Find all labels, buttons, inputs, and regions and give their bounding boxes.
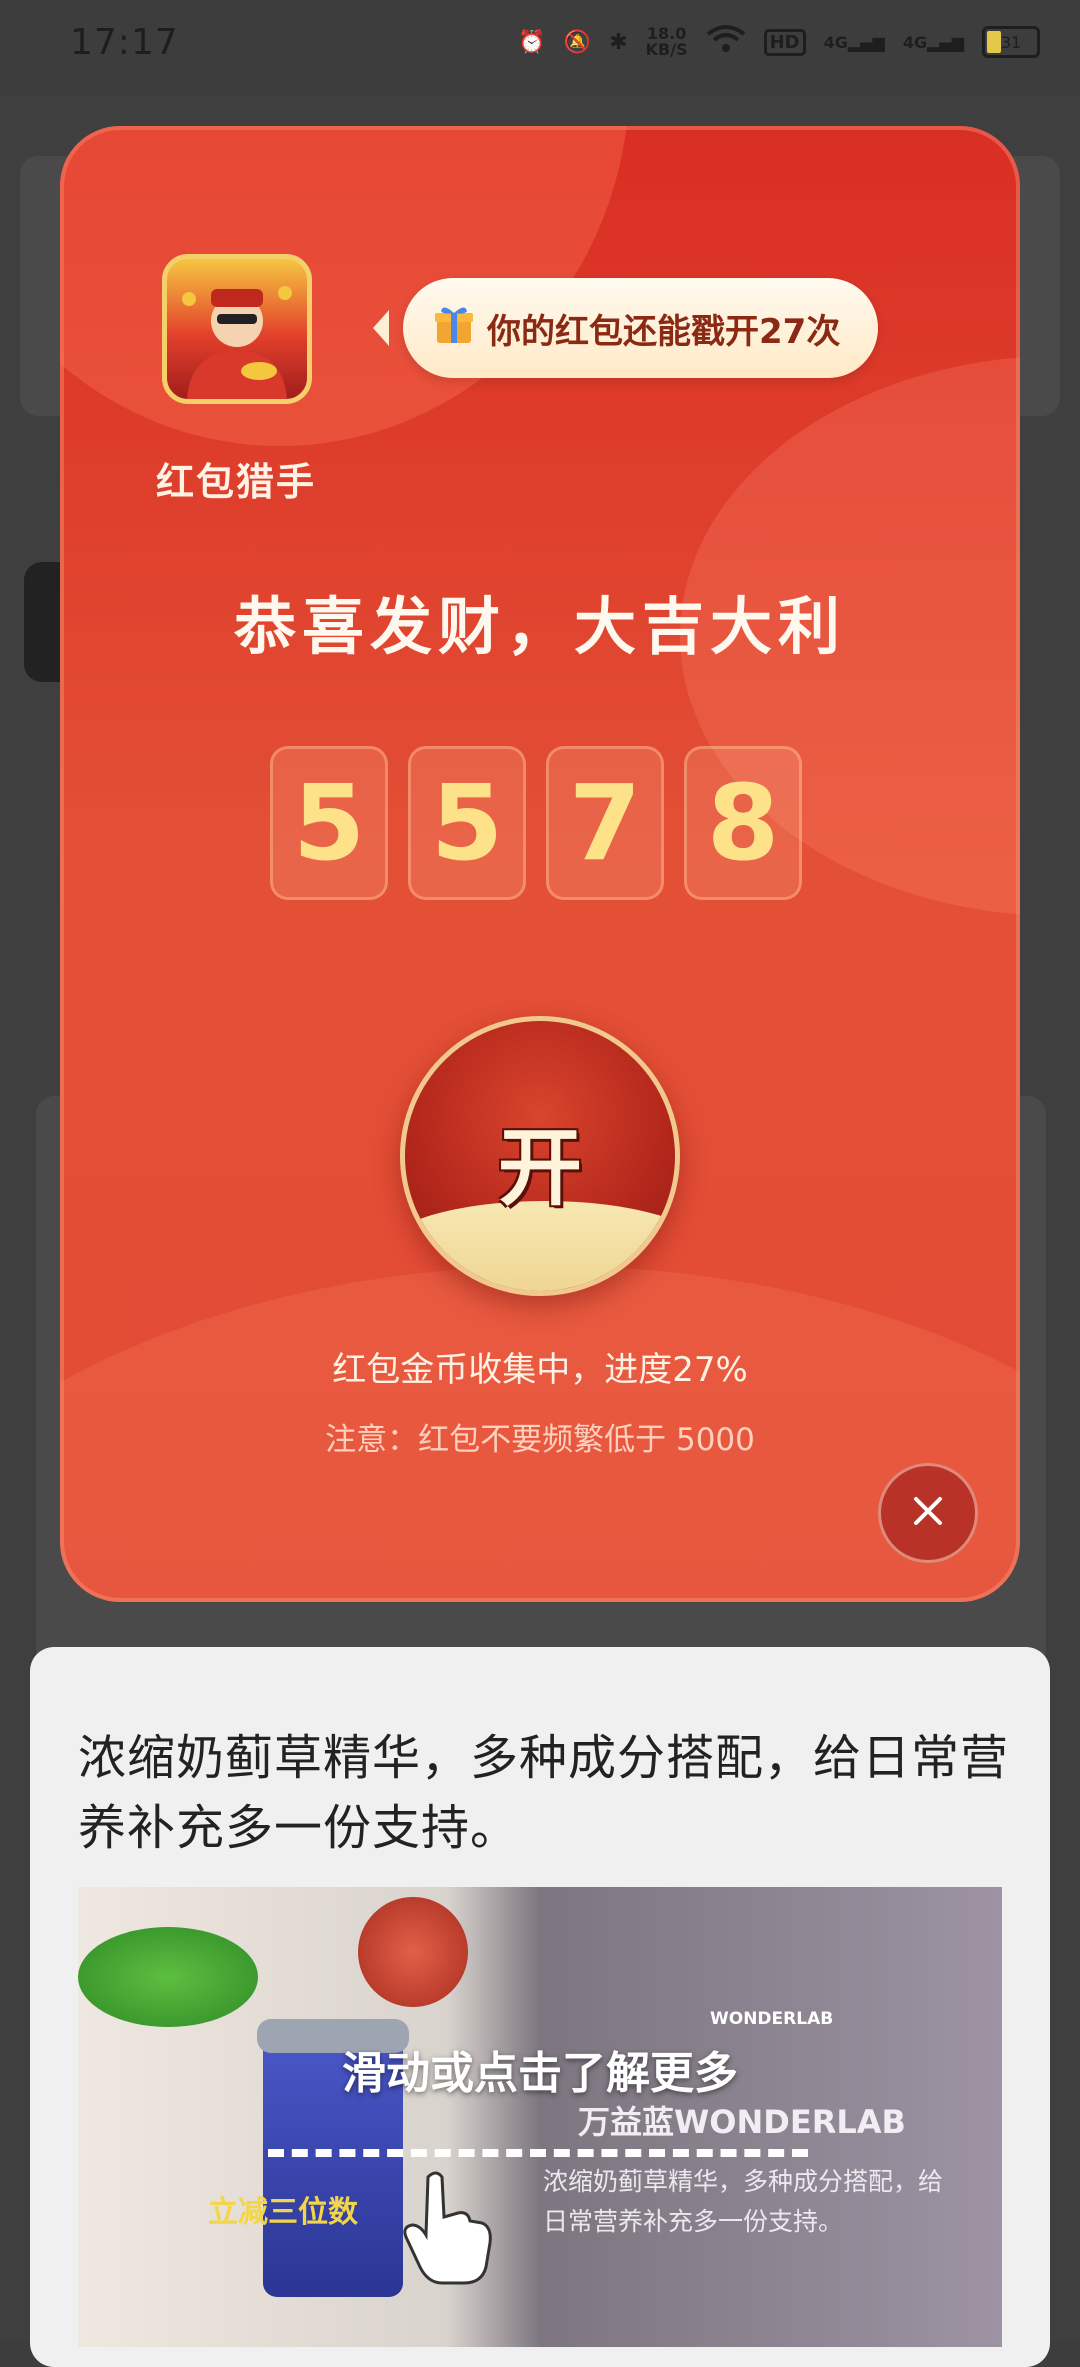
net-speed-unit: KB/S: [645, 40, 688, 59]
digit-1: 5: [270, 746, 388, 900]
ad-brand: 万益蓝WONDERLAB: [578, 2103, 906, 2141]
hand-pointer-icon: [398, 2167, 498, 2287]
digit-2: 5: [408, 746, 526, 900]
brand-mark: WONDERLAB: [710, 2009, 834, 2029]
gift-icon: [433, 303, 475, 354]
progress-text: 红包金币收集中，进度27%: [332, 1350, 748, 1390]
battery-level: 31: [1000, 32, 1022, 52]
close-icon: [910, 1493, 946, 1533]
open-button-label: 开: [497, 1119, 582, 1217]
swipe-dash-line: [268, 2149, 808, 2157]
note-text: 注意：红包不要频繁低于 5000: [325, 1422, 755, 1458]
signal-1: 4G▂▄▆: [823, 32, 885, 52]
swipe-hint: 滑动或点击了解更多: [342, 2048, 738, 2099]
mute-bell-icon: 🔕: [563, 29, 592, 55]
alarm-icon: ⏰: [518, 29, 546, 55]
app-avatar: [162, 254, 312, 404]
red-packet-popup: 红包猎手 你的红包还能戳开27次 恭喜发财，大吉大利 5 5 7 8 开 红包金…: [60, 126, 1020, 1602]
status-bar: 17:17 ⏰ 🔕 ✱ 18.0 KB/S HD 4G▂▄▆ 4G▂▄▆ 31: [0, 0, 1080, 96]
beans-image: [78, 1927, 258, 2027]
net-speed: 18.0 KB/S: [646, 26, 688, 58]
bubble-text: 你的红包还能戳开27次: [487, 311, 841, 352]
digit-3: 7: [546, 746, 664, 900]
close-button[interactable]: [878, 1463, 978, 1563]
ad-description: 浓缩奶蓟草精华，多种成分搭配，给日常营养补充多一份支持。: [78, 1730, 1010, 1856]
signal-2: 4G▂▄▆: [902, 32, 964, 52]
ad-image[interactable]: WONDERLAB 万益蓝WONDERLAB 浓缩奶蓟草精华，多种成分搭配，给日…: [78, 1887, 1002, 2347]
hd-badge: HD: [763, 28, 806, 56]
ad-image-subtitle: 浓缩奶蓟草精华，多种成分搭配，给日常营养补充多一份支持。: [543, 2167, 944, 2236]
open-red-packet-button[interactable]: 开: [400, 1016, 680, 1296]
popup-headline: 恭喜发财，大吉大利: [233, 590, 846, 663]
wifi-icon: [706, 24, 746, 60]
flower-image: [358, 1897, 468, 2007]
app-name: 红包猎手: [155, 460, 316, 504]
status-icons: ⏰ 🔕 ✱ 18.0 KB/S HD 4G▂▄▆ 4G▂▄▆ 31: [518, 24, 1040, 60]
remaining-tries-bubble: 你的红包还能戳开27次: [372, 278, 879, 378]
bluetooth-icon: ✱: [609, 29, 628, 55]
digit-counter: 5 5 7 8: [270, 746, 802, 900]
ad-promo: 立减三位数: [208, 2195, 358, 2230]
battery-icon: 31: [982, 26, 1040, 58]
status-time: 17:17: [70, 22, 179, 63]
digit-4: 8: [684, 746, 802, 900]
ad-sheet[interactable]: 浓缩奶蓟草精华，多种成分搭配，给日常营养补充多一份支持。 WONDERLAB 万…: [30, 1647, 1050, 2367]
